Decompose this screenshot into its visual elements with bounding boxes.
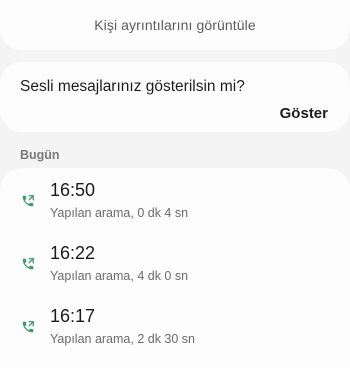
- call-description: Yapılan arama, 4 dk 0 sn: [50, 269, 189, 283]
- call-time: 16:17: [50, 306, 96, 326]
- call-log-list: 16:50 Yapılan arama, 0 dk 4 sn 16:22 Yap…: [0, 168, 350, 368]
- outgoing-call-icon: [22, 321, 34, 333]
- outgoing-call-icon: [22, 195, 34, 207]
- section-header-today: Bugün: [20, 148, 60, 162]
- voice-message-prompt: Sesli mesajlarınız gösterilsin mi?: [20, 78, 245, 95]
- call-log-item[interactable]: 16:17 Yapılan arama, 2 dk 30 sn: [0, 306, 350, 362]
- call-description: Yapılan arama, 2 dk 30 sn: [50, 332, 195, 346]
- voice-message-card: Sesli mesajlarınız gösterilsin mi? Göste…: [0, 62, 350, 132]
- call-time: 16:50: [50, 180, 96, 200]
- show-voice-messages-button[interactable]: Göster: [280, 105, 328, 122]
- outgoing-call-icon: [22, 258, 34, 270]
- call-log-item[interactable]: 16:22 Yapılan arama, 4 dk 0 sn: [0, 243, 350, 299]
- view-details-card: Kişi ayrıntılarını görüntüle: [0, 0, 350, 50]
- call-time: 16:22: [50, 243, 96, 263]
- call-log-item[interactable]: 16:50 Yapılan arama, 0 dk 4 sn: [0, 180, 350, 236]
- view-contact-details-button[interactable]: Kişi ayrıntılarını görüntüle: [94, 17, 256, 33]
- call-description: Yapılan arama, 0 dk 4 sn: [50, 206, 189, 220]
